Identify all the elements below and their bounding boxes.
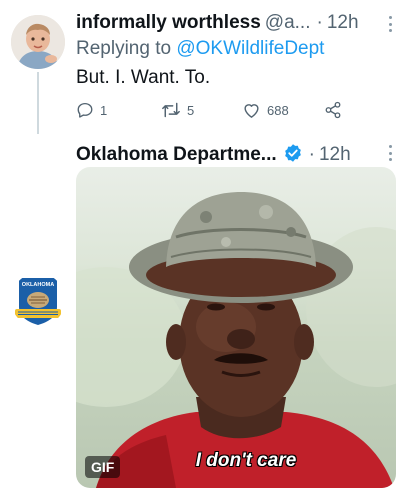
tweet-timestamp[interactable]: 12h	[327, 12, 359, 34]
oklahoma-wildlife-avatar[interactable]: OKLAHOMA	[11, 273, 65, 327]
separator-dot: ·	[308, 144, 315, 165]
like-button[interactable]: 688	[242, 101, 289, 119]
replying-prefix: Replying to	[76, 38, 172, 59]
more-options-icon[interactable]	[387, 16, 393, 32]
tweet-timestamp[interactable]: 12h	[319, 144, 351, 166]
share-button[interactable]	[324, 101, 342, 119]
retweet-button[interactable]: 5	[161, 101, 194, 119]
display-name[interactable]: Oklahoma Departme...	[76, 144, 277, 166]
reply-count: 1	[100, 102, 108, 118]
retweet-icon	[162, 102, 180, 118]
baby-avatar[interactable]	[11, 15, 65, 69]
like-count: 688	[267, 102, 289, 118]
main-tweet-header: Oklahoma Departme... · 12h	[76, 140, 351, 166]
retweet-count: 5	[187, 102, 195, 118]
user-handle[interactable]: @a...	[265, 12, 311, 34]
display-name[interactable]: informally worthless	[76, 12, 261, 34]
tweet-actions: 1 5 688	[76, 101, 346, 121]
reply-icon	[77, 102, 93, 118]
replying-to-line: Replying to @OKWildlifeDept	[76, 38, 324, 60]
separator-dot: ·	[316, 12, 323, 33]
tweet-text: But. I. Want. To.	[76, 67, 211, 88]
verified-badge-icon	[284, 144, 301, 162]
replying-to-mention[interactable]: @OKWildlifeDept	[176, 38, 324, 59]
gif-caption: I don't care	[195, 450, 297, 471]
main-tweet[interactable]: OKLAHOMA Oklahoma Departme... · 12h GIF …	[0, 130, 407, 500]
thread-line	[37, 72, 39, 134]
avatar-text: OKLAHOMA	[22, 282, 54, 288]
gif-frame-image	[76, 192, 396, 488]
reply-tweet[interactable]: informally worthless @a... · 12h Replyin…	[0, 0, 407, 134]
heart-icon	[244, 104, 259, 118]
reply-tweet-header: informally worthless @a... · 12h	[76, 12, 359, 34]
gif-media[interactable]: GIF I don't care	[76, 167, 396, 488]
more-options-icon[interactable]	[387, 145, 393, 161]
reply-button[interactable]: 1	[76, 101, 107, 119]
share-icon	[325, 101, 341, 119]
